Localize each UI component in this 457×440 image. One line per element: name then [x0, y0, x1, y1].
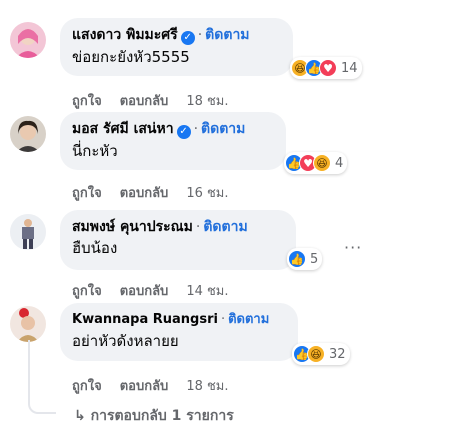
reaction-summary[interactable]: 👍 😆 32 — [292, 343, 350, 365]
reaction-count: 5 — [310, 251, 319, 267]
comment-actions: ถูกใจ ตอบกลับ 16 ชม. — [72, 182, 247, 203]
follow-button[interactable]: ติดตาม — [205, 27, 249, 43]
verified-badge-icon: ✓ — [176, 125, 191, 139]
avatar[interactable] — [10, 214, 46, 250]
comment-text: อย่าหัวดังหลายย — [72, 332, 179, 350]
timestamp[interactable]: 18 ชม. — [186, 379, 228, 394]
more-options-icon[interactable]: ··· — [344, 238, 362, 257]
comment-text: ฮืบน้อง — [72, 239, 118, 257]
separator-dot: · — [197, 27, 203, 43]
comment-actions: ถูกใจ ตอบกลับ 18 ชม. — [72, 90, 247, 111]
separator-dot: · — [220, 312, 226, 327]
comment-text: ข่อยกะยังหัว5555 — [72, 48, 190, 66]
reaction-summary[interactable]: 😆 👍 ♥ 14 — [290, 57, 362, 79]
like-button[interactable]: ถูกใจ — [72, 284, 102, 299]
comment-bubble: สมพงษ์ คุนาประณม · ติดตาม ฮืบน้อง — [60, 210, 296, 270]
like-button[interactable]: ถูกใจ — [72, 379, 102, 394]
comment-text: นี่กะหัว — [72, 142, 118, 160]
reply-arrow-icon: ↳ — [74, 408, 86, 424]
avatar[interactable] — [10, 306, 46, 342]
comment-actions: ถูกใจ ตอบกลับ 14 ชม. — [72, 280, 247, 301]
reply-button[interactable]: ตอบกลับ — [120, 284, 169, 299]
separator-dot: · — [195, 219, 201, 235]
follow-button[interactable]: ติดตาม — [228, 312, 269, 327]
author-name[interactable]: Kwannapa Ruangsri — [72, 312, 218, 327]
follow-button[interactable]: ติดตาม — [201, 121, 245, 137]
comment-bubble: แสงดาว พิมมะศรี ✓ · ติดตาม ข่อยกะยังหัว5555 — [60, 18, 293, 76]
author-name[interactable]: สมพงษ์ คุนาประณม — [72, 219, 193, 235]
like-reaction-icon: 👍 — [288, 250, 306, 268]
comment-bubble: มอส รัศมี เสน่หา ✓ · ติดตาม นี่กะหัว — [60, 112, 286, 170]
author-name[interactable]: มอส รัศมี เสน่หา — [72, 121, 174, 137]
reaction-count: 14 — [341, 60, 358, 76]
avatar[interactable] — [10, 22, 46, 58]
timestamp[interactable]: 18 ชม. — [186, 94, 228, 109]
view-replies-link[interactable]: ↳ การตอบกลับ 1 รายการ — [74, 405, 234, 427]
reply-button[interactable]: ตอบกลับ — [120, 94, 169, 109]
reaction-count: 32 — [329, 346, 346, 362]
reaction-summary[interactable]: 👍 5 — [287, 248, 323, 270]
comment-bubble: Kwannapa Ruangsri · ติดตาม อย่าหัวดังหลายย — [60, 303, 298, 361]
separator-dot: · — [193, 121, 199, 137]
reply-button[interactable]: ตอบกลับ — [120, 186, 169, 201]
avatar[interactable] — [10, 116, 46, 152]
timestamp[interactable]: 16 ชม. — [186, 186, 228, 201]
reply-button[interactable]: ตอบกลับ — [120, 379, 169, 394]
like-button[interactable]: ถูกใจ — [72, 94, 102, 109]
haha-reaction-icon: 😆 — [307, 345, 325, 363]
reaction-summary[interactable]: 👍 ♥ 😆 4 — [284, 152, 348, 174]
reaction-count: 4 — [335, 155, 344, 171]
love-reaction-icon: ♥ — [319, 59, 337, 77]
thread-connector — [28, 340, 56, 414]
view-replies-label[interactable]: การตอบกลับ 1 รายการ — [91, 408, 234, 424]
comment-actions: ถูกใจ ตอบกลับ 18 ชม. — [72, 375, 247, 396]
timestamp[interactable]: 14 ชม. — [186, 284, 228, 299]
author-name[interactable]: แสงดาว พิมมะศรี — [72, 27, 178, 43]
verified-badge-icon: ✓ — [180, 31, 195, 45]
like-button[interactable]: ถูกใจ — [72, 186, 102, 201]
haha-reaction-icon: 😆 — [313, 154, 331, 172]
follow-button[interactable]: ติดตาม — [203, 219, 247, 235]
